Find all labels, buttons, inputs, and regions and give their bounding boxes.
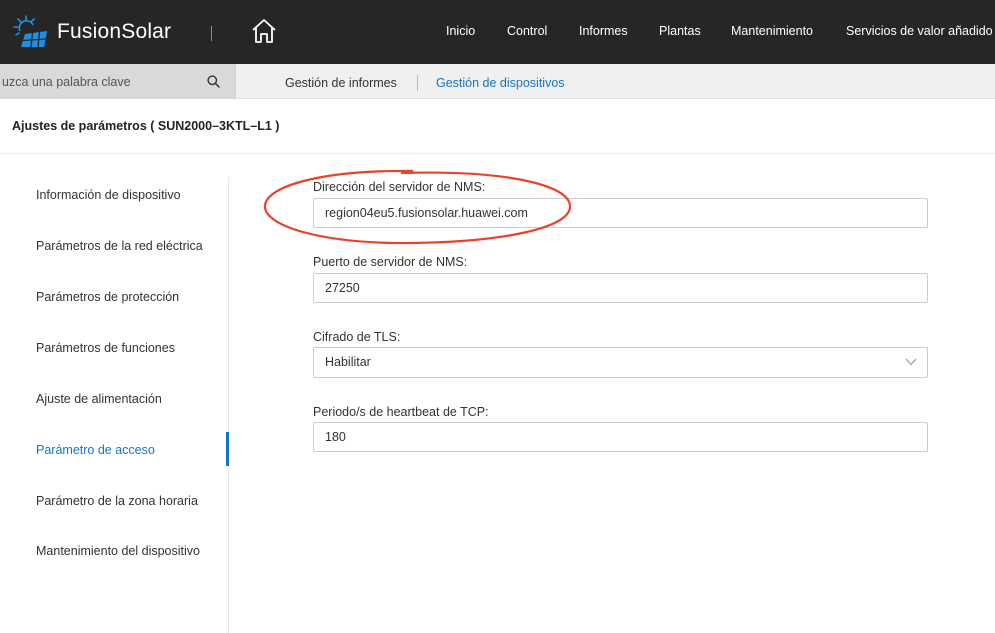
sidebar-item-device-info[interactable]: Información de dispositivo bbox=[36, 188, 181, 202]
sidebar-item-access-param[interactable]: Parámetro de acceso bbox=[36, 443, 155, 457]
tls-selected-value: Habilitar bbox=[325, 355, 371, 369]
home-icon[interactable] bbox=[251, 18, 277, 44]
header-divider-line bbox=[0, 153, 995, 154]
search-icon[interactable] bbox=[207, 75, 220, 88]
nav-mantenimiento[interactable]: Mantenimiento bbox=[731, 24, 813, 38]
sidebar-item-grid-params[interactable]: Parámetros de la red eléctrica bbox=[36, 239, 203, 253]
nav-control[interactable]: Control bbox=[507, 24, 547, 38]
subtab-divider bbox=[417, 75, 418, 91]
chevron-down-icon bbox=[905, 358, 917, 366]
search-box bbox=[0, 64, 236, 99]
tls-select[interactable]: Habilitar bbox=[313, 347, 928, 378]
nav-plantas[interactable]: Plantas bbox=[659, 24, 701, 38]
tls-label: Cifrado de TLS: bbox=[313, 330, 401, 344]
nms-address-field[interactable]: region04eu5.fusionsolar.huawei.com bbox=[313, 198, 928, 228]
sidebar-item-power-adjustment[interactable]: Ajuste de alimentación bbox=[36, 392, 162, 406]
nms-port-field[interactable]: 27250 bbox=[313, 273, 928, 303]
tab-report-management[interactable]: Gestión de informes bbox=[285, 76, 397, 90]
tab-device-management[interactable]: Gestión de dispositivos bbox=[436, 76, 565, 90]
header-divider bbox=[211, 26, 212, 41]
fusionsolar-logo-icon bbox=[13, 15, 47, 48]
heartbeat-label: Periodo/s de heartbeat de TCP: bbox=[313, 405, 489, 419]
sidebar-item-function-params[interactable]: Parámetros de funciones bbox=[36, 341, 175, 355]
sidebar-item-device-maintenance[interactable]: Mantenimiento del dispositivo bbox=[36, 544, 200, 558]
search-input[interactable] bbox=[0, 64, 200, 99]
nav-informes[interactable]: Informes bbox=[579, 24, 628, 38]
nav-inicio[interactable]: Inicio bbox=[446, 24, 475, 38]
nav-servicios[interactable]: Servicios de valor añadido bbox=[846, 24, 993, 38]
sidebar-item-protection-params[interactable]: Parámetros de protección bbox=[36, 290, 179, 304]
page-title: Ajustes de parámetros ( SUN2000–3KTL–L1 … bbox=[12, 119, 280, 133]
nms-address-label: Dirección del servidor de NMS: bbox=[313, 180, 486, 194]
sidebar-active-indicator bbox=[226, 432, 229, 466]
sidebar-item-timezone-param[interactable]: Parámetro de la zona horaria bbox=[36, 494, 198, 508]
app-logo-text: FusionSolar bbox=[57, 20, 172, 43]
top-navigation-bar: FusionSolar Inicio Control Informes Plan… bbox=[0, 0, 995, 64]
heartbeat-field[interactable]: 180 bbox=[313, 422, 928, 452]
sidebar-divider bbox=[228, 177, 229, 633]
nms-port-label: Puerto de servidor de NMS: bbox=[313, 255, 468, 269]
